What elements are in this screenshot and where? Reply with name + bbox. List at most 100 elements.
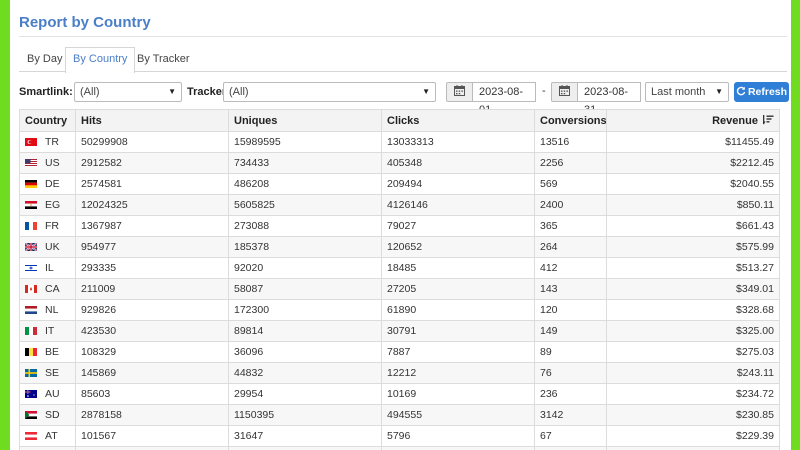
flag-ca-icon: [25, 285, 37, 293]
table-row: US 2912582 734433 405348 2256 $2212.45: [19, 152, 780, 174]
revenue-cell-value: $325.00: [736, 325, 774, 337]
smartlink-select[interactable]: (All) ▼: [74, 82, 182, 102]
clicks-cell-value: 61890: [387, 304, 417, 316]
revenue-cell: $229.39: [606, 425, 780, 447]
column-header-clicks[interactable]: Clicks: [381, 109, 535, 132]
clicks-cell: 209494: [381, 173, 535, 195]
hits-cell: 954977: [75, 236, 229, 258]
clicks-cell: 494555: [381, 404, 535, 426]
column-header-uniques[interactable]: Uniques: [228, 109, 382, 132]
table-row: BE 108329 36096 7887 89 $275.03: [19, 341, 780, 363]
clicks-cell: 10169: [381, 383, 535, 405]
clicks-cell: 13033313: [381, 131, 535, 153]
hits-cell-value: 1367987: [81, 220, 122, 232]
country-cell: [19, 446, 76, 450]
revenue-cell: $2040.55: [606, 173, 780, 195]
uniques-cell: 1150395: [228, 404, 382, 426]
country-cell: EG: [19, 194, 76, 216]
uniques-cell: 486208: [228, 173, 382, 195]
smartlink-value: (All): [80, 86, 100, 98]
country-cell-value: NL: [45, 304, 59, 316]
conversions-cell: 2400: [534, 194, 607, 216]
tracker-select[interactable]: (All) ▼: [223, 82, 436, 102]
country-cell-value: US: [45, 157, 60, 169]
hits-cell-value: 2878158: [81, 409, 122, 421]
table-row: FR 1367987 273088 79027 365 $661.43: [19, 215, 780, 237]
conversions-cell-value: 365: [540, 220, 558, 232]
clicks-cell-value: 18485: [387, 262, 417, 274]
clicks-cell: 27205: [381, 278, 535, 300]
tab-by-tracker[interactable]: By Tracker: [129, 47, 198, 72]
clicks-cell-value: 4126146: [387, 199, 428, 211]
revenue-cell-value: $229.39: [736, 430, 774, 442]
hits-cell-value: 108329: [81, 346, 117, 358]
table-row: CA 211009 58087 27205 143 $349.01: [19, 278, 780, 300]
clicks-cell: 120652: [381, 236, 535, 258]
revenue-cell: $243.11: [606, 362, 780, 384]
column-header-hits[interactable]: Hits: [75, 109, 229, 132]
conversions-cell-value: 412: [540, 262, 558, 274]
column-header-conversions[interactable]: Conversions: [534, 109, 607, 132]
date-to-input[interactable]: 2023-08-31: [578, 82, 641, 116]
refresh-button[interactable]: Refresh: [734, 82, 789, 102]
hits-cell-value: 85603: [81, 388, 111, 400]
conversions-cell: 89: [534, 341, 607, 363]
hits-cell: 101567: [75, 425, 229, 447]
clicks-cell-value: 120652: [387, 241, 423, 253]
column-header-country[interactable]: Country: [19, 109, 76, 132]
conversions-cell: 365: [534, 215, 607, 237]
revenue-cell-value: $2212.45: [730, 157, 774, 169]
clicks-cell: 79027: [381, 215, 535, 237]
table-row: [19, 446, 780, 450]
revenue-cell: $328.68: [606, 299, 780, 321]
country-cell-value: SD: [45, 409, 60, 421]
tab-by-country[interactable]: By Country: [65, 47, 136, 73]
hits-cell-value: 2912582: [81, 157, 122, 169]
column-header-revenue[interactable]: Revenue: [606, 109, 780, 132]
filter-bar: Smartlink: (All) ▼ Tracker: (All) ▼ 2023…: [19, 82, 789, 116]
hits-cell: 50299908: [75, 131, 229, 153]
hits-cell: 293335: [75, 257, 229, 279]
country-cell: DE: [19, 173, 76, 195]
conversions-cell: 143: [534, 278, 607, 300]
uniques-cell-value: 172300: [234, 304, 270, 316]
uniques-cell: 172300: [228, 299, 382, 321]
conversions-cell-value: 569: [540, 178, 558, 190]
flag-au-icon: [25, 390, 37, 398]
uniques-cell: 58087: [228, 278, 382, 300]
revenue-cell: $661.43: [606, 215, 780, 237]
tracker-value: (All): [229, 86, 249, 98]
hits-cell: 12024325: [75, 194, 229, 216]
clicks-cell: 18485: [381, 257, 535, 279]
sort-descending-icon: [761, 114, 774, 124]
revenue-cell-value: $275.03: [736, 346, 774, 358]
refresh-icon: [736, 86, 746, 96]
conversions-cell: 120: [534, 299, 607, 321]
flag-il-icon: [25, 264, 37, 272]
revenue-cell-value: $230.85: [736, 409, 774, 421]
table-row: NL 929826 172300 61890 120 $328.68: [19, 299, 780, 321]
clicks-cell: 12212: [381, 362, 535, 384]
flag-fr-icon: [25, 222, 37, 230]
country-cell-value: IL: [45, 262, 54, 274]
conversions-cell: [534, 446, 607, 450]
date-range-select[interactable]: Last month ▼: [645, 82, 729, 102]
conversions-cell-value: 2256: [540, 157, 564, 169]
country-cell-value: AT: [45, 430, 58, 442]
tab-by-day[interactable]: By Day: [19, 47, 70, 72]
country-cell-value: UK: [45, 241, 60, 253]
country-cell: FR: [19, 215, 76, 237]
uniques-cell: 15989595: [228, 131, 382, 153]
table-row: SD 2878158 1150395 494555 3142 $230.85: [19, 404, 780, 426]
calendar-icon: [454, 85, 465, 96]
date-from-input[interactable]: 2023-08-01: [473, 82, 536, 116]
uniques-cell: 89814: [228, 320, 382, 342]
uniques-cell: 31647: [228, 425, 382, 447]
calendar-to-button[interactable]: [551, 82, 578, 102]
hits-cell-value: 145869: [81, 367, 117, 379]
country-cell-value: SE: [45, 367, 60, 379]
uniques-cell-value: 58087: [234, 283, 264, 295]
calendar-from-button[interactable]: [446, 82, 473, 102]
uniques-cell: 5605825: [228, 194, 382, 216]
refresh-label: Refresh: [747, 86, 788, 98]
